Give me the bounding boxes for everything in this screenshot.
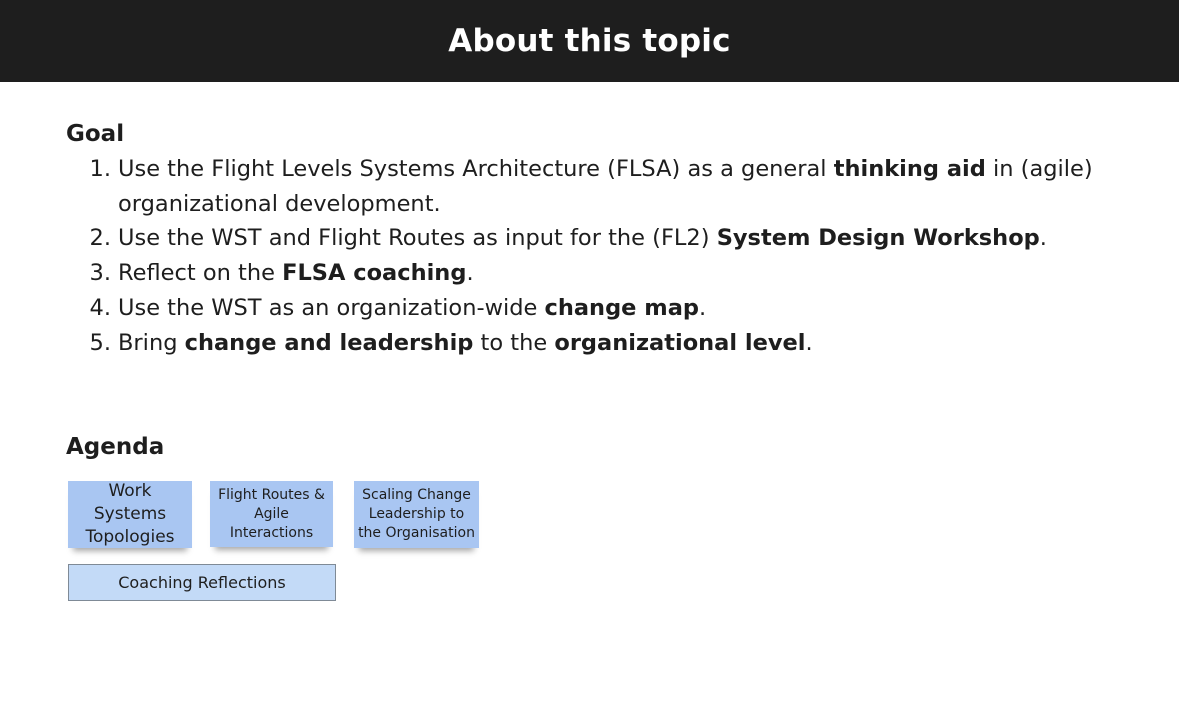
goal-item-number: 2. (89, 225, 111, 252)
goal-list-item: 1. Use the Flight Levels Systems Architec… (66, 152, 1126, 221)
agenda-sticky-work-systems-topologies[interactable]: Work Systems Topologies (68, 481, 192, 548)
goal-item-segment: . (699, 294, 707, 321)
goal-item-segment: Reflect on the (118, 260, 283, 287)
agenda-sticky-flight-routes[interactable]: Flight Routes & Agile Interactions (210, 481, 333, 547)
goal-item-segment: Use the Flight Levels Systems Architectu… (118, 156, 834, 182)
goal-list: 1. Use the Flight Levels Systems Architec… (66, 152, 1126, 360)
goal-item-emphasis: FLSA coaching (282, 260, 467, 287)
goal-item-segment: Use the WST and Flight Routes as input f… (118, 225, 717, 252)
goal-item-segment: . (805, 329, 813, 356)
sticky-label: Flight Routes & Agile Interactions (218, 486, 325, 541)
goal-list-item: 4. Use the WST as an organization-wide ch… (66, 291, 1126, 326)
goal-item-emphasis: System Design Workshop (716, 225, 1040, 252)
goal-item-text: Use the WST as an organization-wide chan… (118, 291, 1126, 326)
goal-item-segment: Bring (118, 329, 185, 356)
goal-item-emphasis: change map (544, 294, 700, 321)
goal-item-number: 1. (89, 156, 111, 182)
goal-item-emphasis: change and leadership (184, 329, 474, 356)
page-title: About this topic (448, 23, 731, 59)
agenda-heading: Agenda (66, 434, 165, 460)
goal-item-emphasis: thinking aid (833, 156, 986, 182)
goal-item-text: Reflect on the FLSA coaching. (118, 256, 1126, 291)
goal-item-text: Use the WST and Flight Routes as input f… (118, 221, 1126, 256)
goal-list-item: 3. Reflect on the FLSA coaching. (66, 256, 1126, 291)
goal-item-text: Bring change and leadership to the organ… (118, 326, 1126, 361)
sticky-label: Work Systems Topologies (85, 481, 175, 547)
goal-heading: Goal (66, 121, 125, 147)
goal-item-text: Use the Flight Levels Systems Architectu… (118, 152, 1126, 221)
agenda-sticky-scaling-change[interactable]: Scaling Change Leadership to the Organis… (354, 481, 479, 548)
goal-item-segment: . (1039, 225, 1047, 252)
sticky-label: Scaling Change Leadership to the Organis… (358, 487, 475, 541)
goal-item-segment: Use the WST as an organization-wide (118, 294, 545, 321)
goal-list-item: 2. Use the WST and Flight Routes as input… (66, 221, 1126, 256)
goal-list-item: 5. Bring change and leadership to the org… (66, 326, 1126, 361)
goal-item-number: 4. (89, 294, 111, 321)
page-header: About this topic (0, 0, 1179, 82)
goal-item-segment: . (466, 260, 474, 287)
goal-item-number: 5. (89, 329, 111, 356)
goal-item-number: 3. (89, 260, 111, 287)
goal-item-emphasis: organizational level (554, 329, 806, 356)
goal-item-segment: to the (473, 329, 555, 356)
bar-label: Coaching Reflections (118, 573, 286, 592)
agenda-bar-coaching-reflections[interactable]: Coaching Reflections (68, 564, 336, 601)
